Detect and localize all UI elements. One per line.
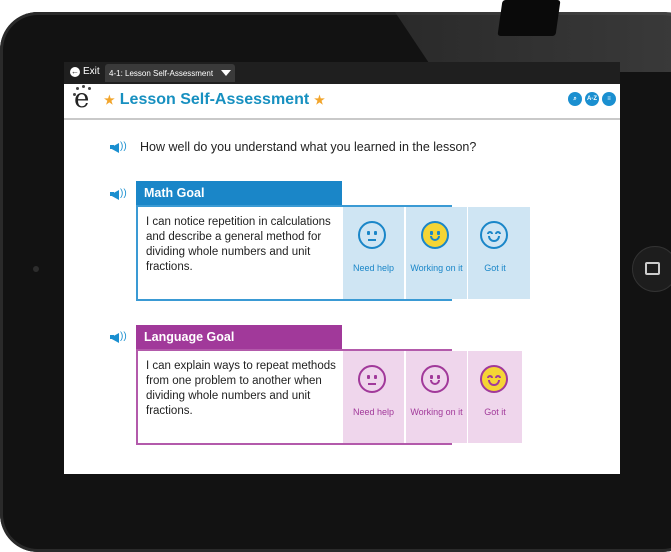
speaker-icon[interactable]: )): [110, 330, 132, 344]
page-title-text: Lesson Self-Assessment: [119, 91, 310, 108]
exit-button[interactable]: ← Exit: [70, 66, 100, 77]
option-working-on-it[interactable]: Working on it: [406, 207, 467, 299]
option-working-on-it[interactable]: Working on it: [406, 351, 467, 443]
math-goal-card: Math Goal I can notice repetition in cal…: [136, 181, 530, 305]
option-label: Got it: [484, 407, 506, 417]
goal-box: I can explain ways to repeat methods fro…: [136, 349, 467, 445]
option-got-it[interactable]: Got it: [468, 351, 522, 443]
option-label: Working on it: [410, 263, 463, 273]
smile-face-icon: [421, 221, 449, 249]
goal-text: I can explain ways to repeat methods fro…: [146, 360, 336, 417]
page-header: e ★ Lesson Self-Assessment ★ ⌕ A-Z ≡: [64, 84, 620, 120]
app-screen: ← Exit 4-1: Lesson Self-Assessment e ★ L…: [64, 62, 620, 474]
goal-box: I can notice repetition in calculations …: [136, 205, 530, 301]
question-text: How well do you understand what you lear…: [140, 140, 477, 154]
happy-face-icon: [480, 221, 508, 249]
star-icon: ★: [314, 93, 325, 107]
neutral-face-icon: [358, 365, 386, 393]
option-label: Working on it: [410, 407, 463, 417]
option-need-help[interactable]: Need help: [343, 207, 404, 299]
top-bar: ← Exit 4-1: Lesson Self-Assessment: [64, 62, 620, 84]
chevron-down-icon: [221, 70, 232, 76]
speaker-icon[interactable]: )): [110, 140, 132, 154]
goal-title: Language Goal: [136, 325, 342, 349]
page-title: ★ Lesson Self-Assessment ★: [104, 91, 325, 109]
header-tools: ⌕ A-Z ≡: [568, 92, 616, 106]
goal-title: Math Goal: [136, 181, 342, 205]
glossary-icon[interactable]: A-Z: [585, 92, 599, 106]
camera-block: [497, 0, 561, 36]
option-label: Need help: [352, 263, 395, 273]
exit-label: Exit: [83, 66, 100, 77]
goal-text: I can notice repetition in calculations …: [146, 216, 331, 273]
language-goal-card: Language Goal I can explain ways to repe…: [136, 325, 467, 449]
smile-face-icon: [421, 365, 449, 393]
question-row: )) How well do you understand what you l…: [110, 140, 476, 154]
menu-icon[interactable]: ≡: [602, 92, 616, 106]
option-label: Got it: [484, 263, 506, 273]
lesson-dropdown-label: 4-1: Lesson Self-Assessment: [109, 68, 214, 78]
neutral-face-icon: [358, 221, 386, 249]
option-got-it[interactable]: Got it: [468, 207, 522, 299]
star-icon: ★: [104, 93, 115, 107]
lesson-dropdown[interactable]: 4-1: Lesson Self-Assessment: [105, 64, 236, 82]
search-icon[interactable]: ⌕: [568, 92, 582, 106]
e-logo-icon: e: [73, 84, 91, 114]
home-square-icon: [645, 262, 660, 275]
option-need-help[interactable]: Need help: [343, 351, 404, 443]
option-label: Need help: [352, 407, 395, 417]
happy-face-icon: [480, 365, 508, 393]
speaker-icon[interactable]: )): [110, 187, 132, 201]
back-arrow-icon: ←: [70, 66, 80, 77]
camera-dot: [33, 266, 39, 272]
